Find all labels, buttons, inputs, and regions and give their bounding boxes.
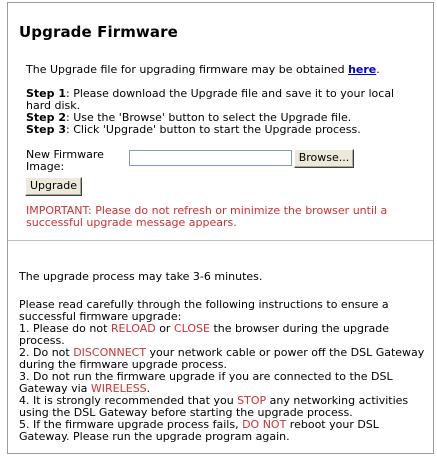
step-1-text: : Please download the Upgrade file and s…	[26, 87, 395, 112]
step-1: Step 1: Please download the Upgrade file…	[26, 88, 421, 112]
firmware-file-input[interactable]	[129, 150, 292, 166]
step-3-label: Step 3	[26, 123, 66, 136]
instruction-5: 5. If the firmware upgrade process fails…	[19, 419, 432, 443]
intro-text: The Upgrade file for upgrading firmware …	[26, 64, 380, 76]
instruction-1: 1. Please do not RELOAD or CLOSE the bro…	[19, 323, 432, 347]
instruction-4: 4. It is strongly recommended that you S…	[19, 395, 432, 419]
upgrade-steps: Step 1: Please download the Upgrade file…	[26, 88, 421, 136]
important-warning: IMPORTANT: Please do not refresh or mini…	[26, 204, 388, 229]
instruction-1-b: or	[155, 322, 174, 335]
instruction-3-a: 3. Do not run the firmware upgrade if yo…	[19, 370, 393, 395]
instructions-intro: Please read carefully through the follow…	[19, 298, 389, 323]
step-3: Step 3: Click 'Upgrade' button to start …	[26, 124, 421, 136]
instruction-3: 3. Do not run the firmware upgrade if yo…	[19, 371, 432, 395]
reload-keyword: RELOAD	[110, 322, 156, 335]
browse-button[interactable]: Browse...	[294, 149, 354, 168]
download-here-link[interactable]: here	[348, 63, 376, 76]
upgrade-duration-note: The upgrade process may take 3-6 minutes…	[19, 270, 263, 283]
instruction-2: 2. Do not DISCONNECT your network cable …	[19, 347, 432, 371]
page-title: Upgrade Firmware	[19, 23, 178, 41]
close-keyword: CLOSE	[173, 322, 210, 335]
step-3-text: : Click 'Upgrade' button to start the Up…	[66, 123, 361, 136]
upgrade-button[interactable]: Upgrade	[25, 177, 82, 196]
intro-label: The Upgrade file for upgrading firmware …	[26, 63, 345, 76]
upgrade-firmware-panel: Upgrade Firmware The Upgrade file for up…	[7, 2, 434, 454]
section-divider	[8, 240, 433, 241]
intro-end: .	[376, 63, 380, 76]
upgrade-instructions: Please read carefully through the follow…	[19, 299, 432, 443]
new-firmware-image-label: New Firmware Image:	[26, 148, 104, 173]
